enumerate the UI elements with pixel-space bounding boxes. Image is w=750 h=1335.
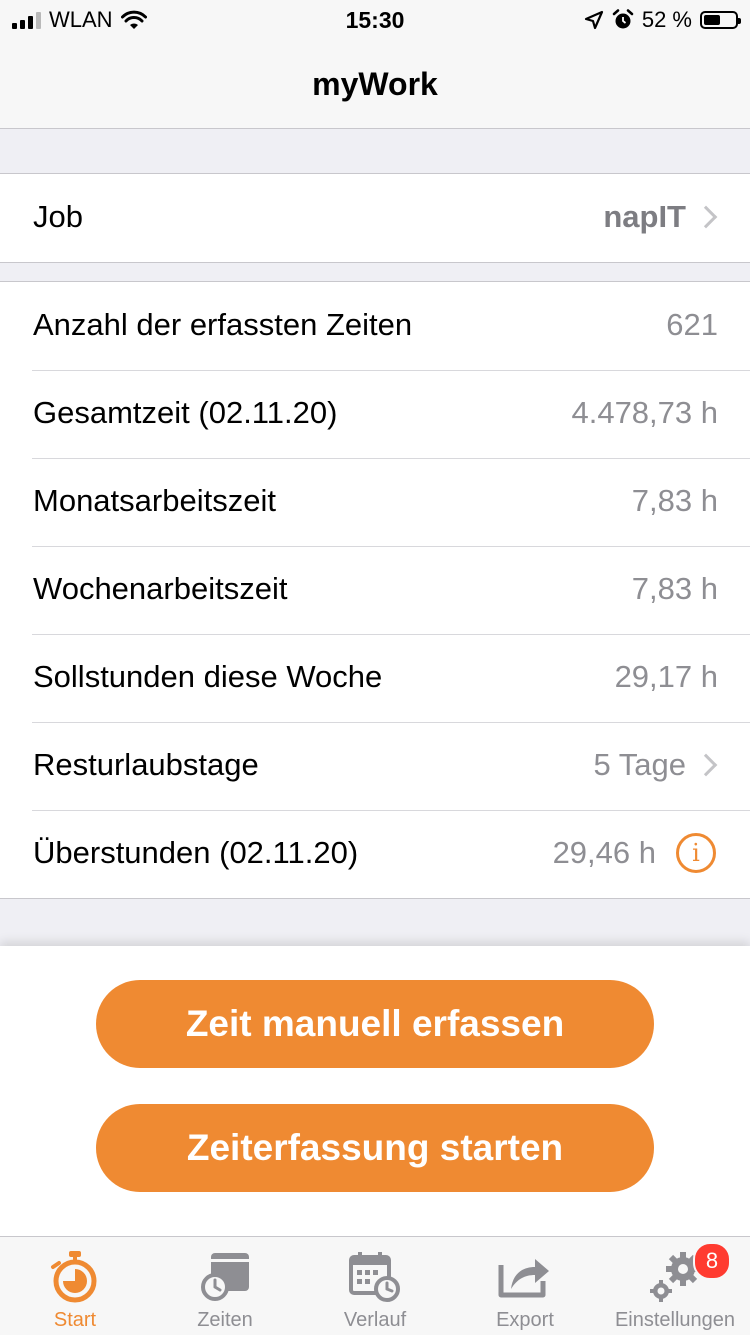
stat-label: Gesamtzeit (02.11.20): [33, 395, 338, 430]
info-icon[interactable]: i: [676, 833, 716, 873]
notification-badge: 8: [693, 1242, 731, 1280]
manual-entry-button[interactable]: Zeit manuell erfassen: [96, 980, 654, 1068]
stat-row-overtime: Überstunden (02.11.20) 29,46 h i: [0, 810, 750, 898]
tab-bar: Start Zeiten Verlauf Export 8 Einstellun…: [0, 1236, 750, 1335]
status-right: 52 %: [584, 7, 741, 33]
job-row[interactable]: Job napIT: [0, 174, 750, 262]
stat-value: 4.478,73 h: [571, 395, 718, 430]
tab-zeiten[interactable]: Zeiten: [150, 1237, 300, 1335]
job-section: Job napIT: [0, 173, 750, 263]
times-list-icon: [201, 1253, 249, 1301]
job-value: napIT: [603, 199, 686, 234]
stat-row-target-hours: Sollstunden diese Woche 29,17 h: [0, 634, 750, 722]
tab-label: Einstellungen: [614, 1309, 736, 1331]
job-label: Job: [33, 199, 83, 234]
stat-row-total-time: Gesamtzeit (02.11.20) 4.478,73 h: [0, 370, 750, 458]
tab-einstellungen[interactable]: 8 Einstellungen: [600, 1237, 750, 1335]
stat-row-monthly-time: Monatsarbeitszeit 7,83 h: [0, 458, 750, 546]
action-panel: Zeit manuell erfassen Zeiterfassung star…: [0, 946, 750, 1236]
stat-value: 29,17 h: [614, 659, 718, 694]
stat-label: Resturlaubstage: [33, 747, 259, 782]
tab-export[interactable]: Export: [450, 1237, 600, 1335]
stat-label: Wochenarbeitszeit: [33, 571, 288, 606]
location-arrow-icon: [584, 10, 603, 30]
stat-row-recorded-times: Anzahl der erfassten Zeiten 621: [0, 282, 750, 370]
stat-value: 7,83 h: [631, 483, 718, 518]
start-tracking-button[interactable]: Zeiterfassung starten: [96, 1104, 654, 1192]
calendar-clock-icon: [349, 1252, 400, 1302]
stat-label: Monatsarbeitszeit: [33, 483, 276, 518]
chevron-right-icon: [694, 205, 718, 229]
battery-icon: [700, 11, 741, 29]
page-title: myWork: [312, 66, 438, 102]
stat-value: 621: [666, 307, 718, 342]
alarm-clock-icon: [612, 9, 634, 29]
status-bar: WLAN 15:30 52 %: [0, 0, 750, 40]
tab-label: Zeiten: [197, 1309, 253, 1331]
share-icon: [498, 1259, 549, 1298]
tab-label: Export: [496, 1309, 554, 1331]
stat-value: 29,46 h: [552, 835, 656, 870]
tab-start[interactable]: Start: [0, 1237, 150, 1335]
tab-verlauf[interactable]: Verlauf: [300, 1237, 450, 1335]
stat-label: Anzahl der erfassten Zeiten: [33, 307, 413, 342]
stat-value: 5 Tage: [593, 747, 686, 782]
stat-value: 7,83 h: [631, 571, 718, 606]
stats-section: Anzahl der erfassten Zeiten 621 Gesamtze…: [0, 281, 750, 899]
chevron-right-icon: [694, 753, 718, 777]
navigation-bar: myWork: [0, 40, 750, 129]
stat-row-remaining-vacation[interactable]: Resturlaubstage 5 Tage: [0, 722, 750, 810]
stat-label: Sollstunden diese Woche: [33, 659, 383, 694]
stat-row-weekly-time: Wochenarbeitszeit 7,83 h: [0, 546, 750, 634]
stat-label: Überstunden (02.11.20): [33, 835, 359, 870]
tab-label: Verlauf: [343, 1309, 407, 1331]
tab-label: Start: [53, 1309, 97, 1331]
stopwatch-icon: [51, 1251, 97, 1303]
battery-percent: 52 %: [641, 7, 692, 32]
